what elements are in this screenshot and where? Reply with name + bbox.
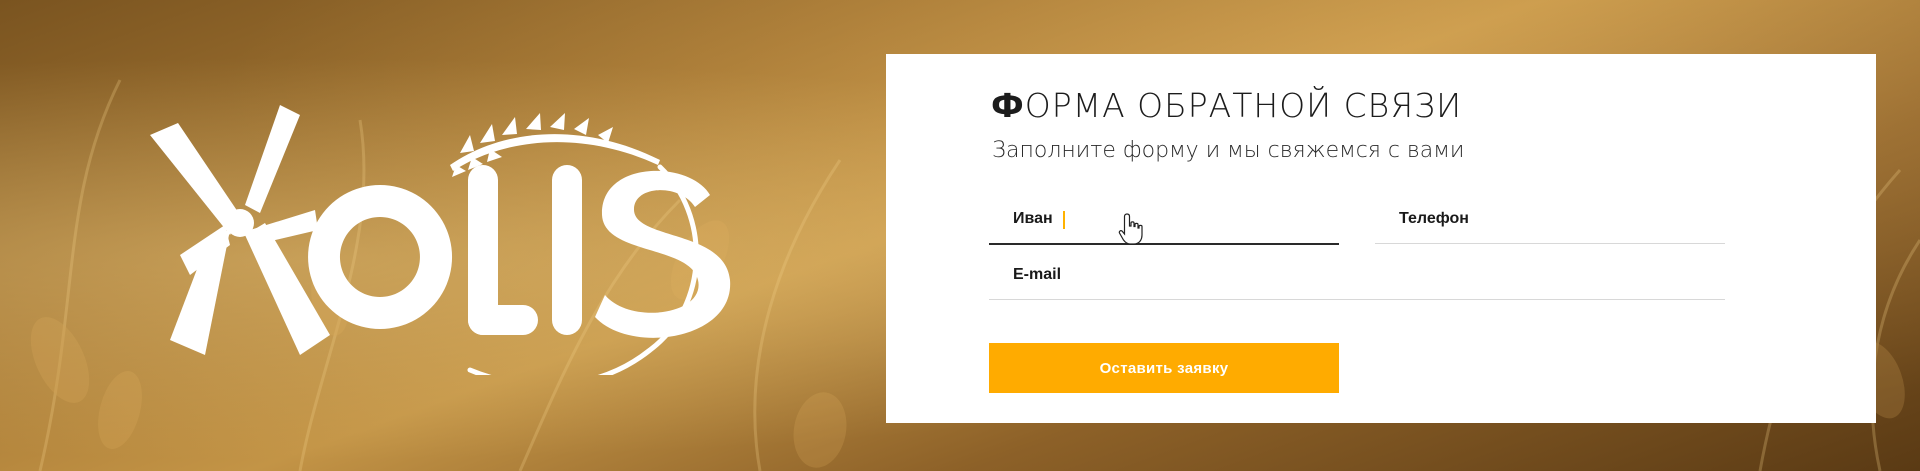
form-title-rest: ОРМА ОБРАТНОЙ СВЯЗИ xyxy=(1024,86,1463,125)
submit-request-button[interactable]: Оставить заявку xyxy=(989,343,1339,393)
form-title-first-letter: Ф xyxy=(991,86,1025,125)
form-title: ФОРМА ОБРАТНОЙ СВЯЗИ xyxy=(991,86,1462,125)
brand-logo[interactable] xyxy=(150,105,760,375)
name-input[interactable] xyxy=(989,194,1339,243)
name-field[interactable] xyxy=(989,194,1339,245)
form-subtitle: Заполните форму и мы свяжемся с вами xyxy=(992,138,1465,163)
phone-field[interactable] xyxy=(1375,194,1725,244)
hero-section: ФОРМА ОБРАТНОЙ СВЯЗИ Заполните форму и м… xyxy=(0,0,1920,471)
feedback-form-card: ФОРМА ОБРАТНОЙ СВЯЗИ Заполните форму и м… xyxy=(886,54,1876,423)
pointer-hand-cursor-icon xyxy=(1118,213,1143,245)
phone-input[interactable] xyxy=(1375,194,1725,243)
email-input[interactable] xyxy=(989,250,1725,299)
windmill-wheat-logo-icon xyxy=(150,105,731,375)
email-field[interactable] xyxy=(989,250,1725,300)
text-caret xyxy=(1063,211,1065,229)
